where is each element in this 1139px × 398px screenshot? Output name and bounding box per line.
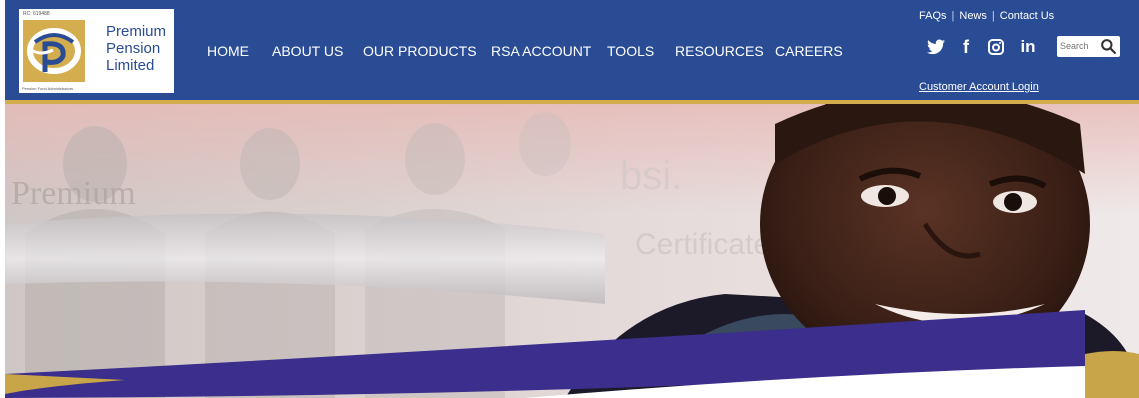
twitter-icon[interactable] — [925, 36, 947, 58]
facebook-icon[interactable]: f — [955, 36, 977, 58]
instagram-icon[interactable] — [985, 36, 1007, 58]
hero-banner: Premium bsi. Certificate of R — [5, 104, 1139, 398]
faqs-link[interactable]: FAQs — [919, 10, 947, 22]
nav-item-tools[interactable]: TOOLS — [607, 43, 654, 59]
nav-item-our-products[interactable]: OUR PRODUCTS — [363, 43, 477, 59]
nav-item-rsa-account[interactable]: RSA ACCOUNT — [491, 43, 591, 59]
hero-faded-text-bsi: bsi. — [620, 154, 682, 198]
linkedin-icon[interactable]: in — [1017, 36, 1039, 58]
search-box — [1057, 36, 1120, 57]
utility-separator: | — [991, 10, 995, 22]
logo-name-line-3: Limited — [106, 57, 155, 74]
company-logo[interactable]: RC: 619488 Premium Pension Limited Pensi… — [19, 9, 174, 93]
logo-tagline: Pension Fund Administrators — [22, 86, 74, 91]
contact-us-link[interactable]: Contact Us — [1000, 10, 1054, 22]
logo-name-line-1: Premium — [106, 23, 167, 40]
logo-name-line-2: Pension — [106, 40, 161, 57]
nav-item-about-us[interactable]: ABOUT US — [272, 43, 343, 59]
rc-number: RC: 619488 — [23, 11, 50, 17]
logo-mark-icon — [23, 20, 85, 82]
search-input[interactable] — [1060, 38, 1100, 54]
nav-item-home[interactable]: HOME — [207, 43, 249, 59]
utility-separator: | — [951, 10, 955, 22]
page: RC: 619488 Premium Pension Limited Pensi… — [0, 0, 1139, 398]
hero-image: Premium bsi. Certificate of R — [5, 104, 1139, 398]
utility-links: FAQs | News | Contact Us — [919, 10, 1054, 22]
search-icon[interactable] — [1100, 38, 1117, 55]
nav-item-resources[interactable]: RESOURCES — [675, 43, 764, 59]
hero-faded-text-premium: Premium — [11, 175, 136, 212]
news-link[interactable]: News — [959, 10, 987, 22]
customer-account-login-link[interactable]: Customer Account Login — [919, 81, 1039, 93]
logo-company-name: Premium Pension Limited — [106, 23, 166, 74]
nav-item-careers[interactable]: CAREERS — [775, 43, 843, 59]
